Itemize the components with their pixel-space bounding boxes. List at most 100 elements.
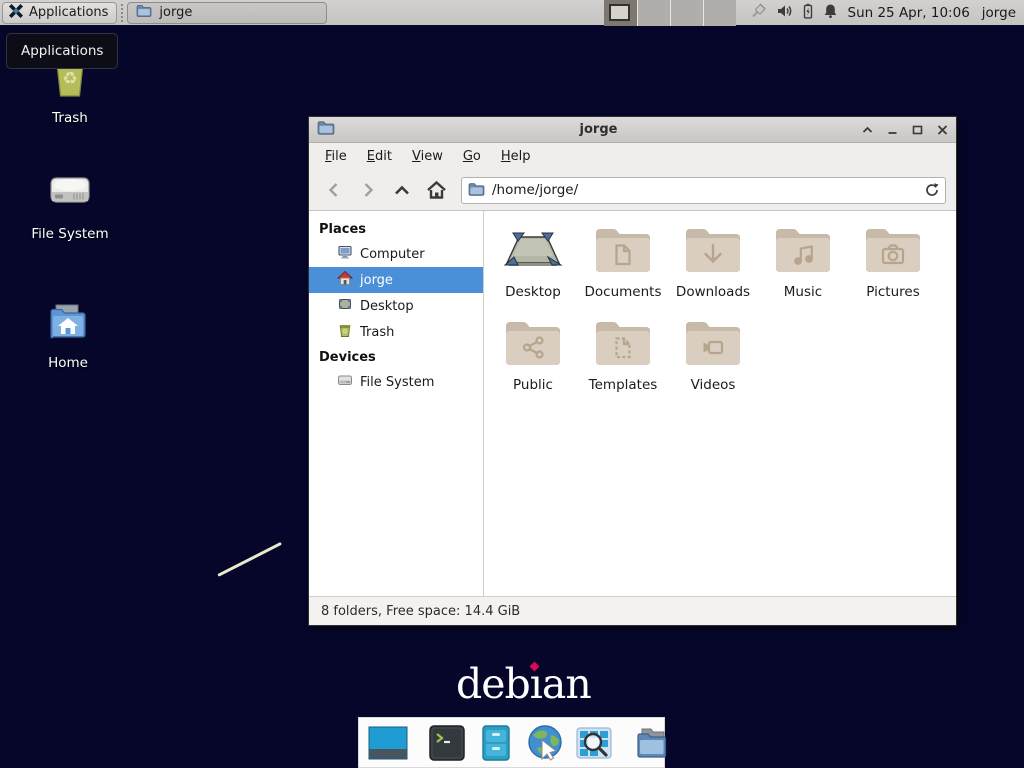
workspace-window-preview <box>609 4 630 21</box>
menubar: File Edit View Go Help <box>309 143 956 170</box>
folder-item-public[interactable]: Public <box>490 316 576 393</box>
forward-button[interactable] <box>353 175 383 205</box>
menu-help[interactable]: Help <box>493 145 539 168</box>
maximize-button[interactable] <box>912 125 923 135</box>
top-panel: Applications jorge <box>0 0 1024 26</box>
file-cabinet-icon[interactable] <box>476 723 516 763</box>
application-finder-icon[interactable] <box>574 723 614 763</box>
sidebar-item-label: Trash <box>360 325 394 340</box>
sidebar: Places Computer <box>309 211 484 596</box>
folder-item-music[interactable]: Music <box>760 223 846 300</box>
computer-icon <box>337 244 353 264</box>
panel-clock[interactable]: Sun 25 Apr, 10:06 <box>848 5 970 21</box>
web-browser-icon[interactable] <box>525 723 565 763</box>
sidebar-places-header: Places <box>309 217 483 241</box>
applications-icon <box>8 3 24 23</box>
workspace-4[interactable] <box>703 0 736 26</box>
panel-username[interactable]: jorge <box>982 5 1016 21</box>
desktop-icon-label: File System <box>31 226 108 242</box>
menu-view[interactable]: View <box>404 145 451 168</box>
sidebar-item-jorge[interactable]: jorge <box>309 267 483 293</box>
window-titlebar[interactable]: jorge <box>309 117 956 143</box>
sidebar-item-filesystem[interactable]: File System <box>309 369 483 395</box>
notifications-bell-icon[interactable] <box>823 3 838 23</box>
up-button[interactable] <box>387 175 417 205</box>
toolbar <box>309 170 956 211</box>
back-button[interactable] <box>319 175 349 205</box>
applications-menu-button[interactable]: Applications <box>2 2 117 24</box>
folder-label: Pictures <box>866 284 919 300</box>
home-folder-icon <box>44 297 92 349</box>
public-folder-icon <box>501 316 565 374</box>
sidebar-item-label: Desktop <box>360 299 414 314</box>
network-icon[interactable] <box>750 3 767 23</box>
sidebar-item-label: jorge <box>360 273 393 288</box>
videos-folder-icon <box>681 316 745 374</box>
close-button[interactable] <box>937 125 948 135</box>
refresh-icon[interactable] <box>924 182 940 202</box>
harddrive-icon <box>337 372 353 392</box>
svg-text:♻: ♻ <box>62 69 77 89</box>
cursor-trail-line <box>217 542 282 577</box>
workspace-pager-icon[interactable] <box>367 723 409 763</box>
desktop[interactable]: Applications jorge <box>0 0 1024 768</box>
taskbar-window-label: jorge <box>159 5 192 20</box>
file-manager-window: jorge File Edit View Go Help <box>308 116 957 626</box>
menu-go[interactable]: Go <box>455 145 489 168</box>
workspace-3[interactable] <box>670 0 703 26</box>
window-folder-icon <box>317 120 335 140</box>
desktop-icon-home[interactable]: Home <box>20 297 116 371</box>
sidebar-devices-header: Devices <box>309 345 483 369</box>
music-folder-icon <box>771 223 835 281</box>
workspace-switcher[interactable] <box>604 0 736 26</box>
folder-item-documents[interactable]: Documents <box>580 223 666 300</box>
folder-label: Videos <box>691 377 736 393</box>
desktop-icon <box>337 296 353 316</box>
minimize-button[interactable] <box>887 125 898 135</box>
downloads-folder-icon <box>681 223 745 281</box>
sidebar-item-label: File System <box>360 375 434 390</box>
taskbar-window-button[interactable]: jorge <box>127 2 327 24</box>
panel-handle[interactable] <box>119 4 125 22</box>
sidebar-item-computer[interactable]: Computer <box>309 241 483 267</box>
svg-text:♻: ♻ <box>342 329 347 336</box>
menu-edit[interactable]: Edit <box>359 145 400 168</box>
shade-button[interactable] <box>862 125 873 135</box>
folder-label: Documents <box>585 284 662 300</box>
workspace-1[interactable] <box>604 0 637 26</box>
menu-file[interactable]: File <box>317 145 355 168</box>
workspace-2[interactable] <box>637 0 670 26</box>
folder-view[interactable]: Desktop Documents <box>484 211 956 596</box>
folder-label: Templates <box>589 377 658 393</box>
window-title: jorge <box>335 122 862 137</box>
sidebar-item-trash[interactable]: ♻ Trash <box>309 319 483 345</box>
path-folder-icon <box>468 182 485 201</box>
folder-item-downloads[interactable]: Downloads <box>670 223 756 300</box>
folder-label: Desktop <box>505 284 561 300</box>
folder-item-videos[interactable]: Videos <box>670 316 756 393</box>
sidebar-item-label: Computer <box>360 247 425 262</box>
applications-label: Applications <box>29 5 108 20</box>
terminal-icon[interactable] <box>427 723 467 763</box>
debian-logo: debıan <box>456 660 591 708</box>
system-tray <box>750 3 838 23</box>
file-manager-icon[interactable] <box>632 723 672 763</box>
battery-icon[interactable] <box>802 3 814 23</box>
desktop-icon-label: Home <box>48 355 88 371</box>
folder-item-templates[interactable]: Templates <box>580 316 666 393</box>
statusbar-text: 8 folders, Free space: 14.4 GiB <box>321 604 520 619</box>
desktop-folder-icon <box>501 223 565 281</box>
path-input[interactable] <box>461 177 946 204</box>
folder-item-pictures[interactable]: Pictures <box>850 223 936 300</box>
desktop-icon-filesystem[interactable]: File System <box>22 168 118 242</box>
home-button[interactable] <box>421 175 451 205</box>
folder-item-desktop[interactable]: Desktop <box>490 223 576 300</box>
bottom-dock <box>358 717 665 768</box>
sidebar-item-desktop[interactable]: Desktop <box>309 293 483 319</box>
pictures-folder-icon <box>861 223 925 281</box>
folder-label: Public <box>513 377 553 393</box>
tooltip-text: Applications <box>21 43 103 59</box>
desktop-icon-label: Trash <box>52 110 88 126</box>
volume-icon[interactable] <box>776 3 793 23</box>
harddrive-icon <box>46 168 94 220</box>
